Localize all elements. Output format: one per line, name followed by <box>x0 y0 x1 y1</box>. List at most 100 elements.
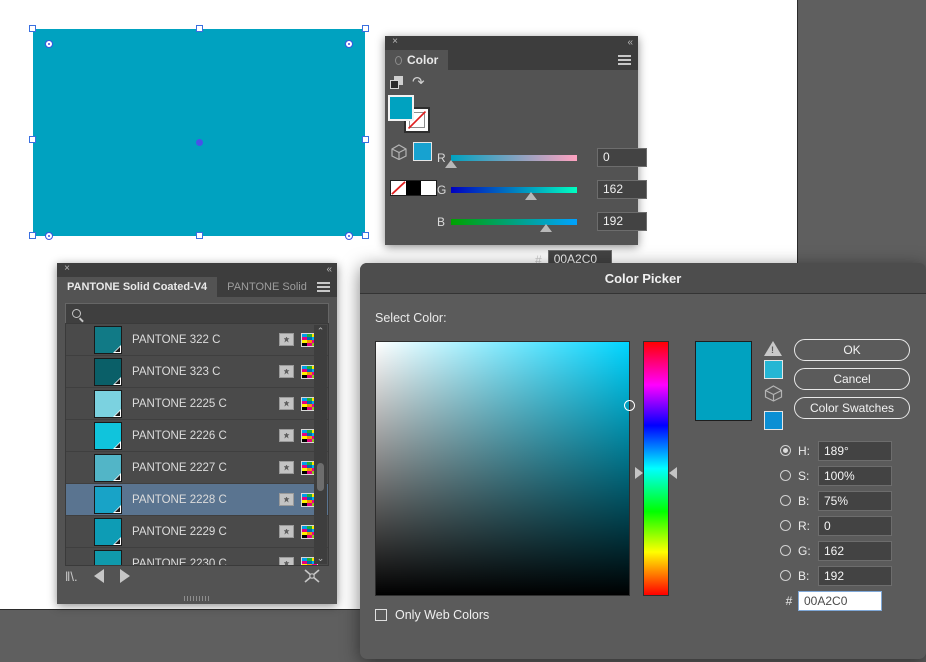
swatch-white[interactable] <box>421 181 436 195</box>
none-black-white-swatches[interactable] <box>390 180 437 196</box>
value-g[interactable]: 162 <box>597 180 647 199</box>
picker-field-radio[interactable] <box>780 495 791 506</box>
hue-slider[interactable] <box>643 341 669 596</box>
separate-swatch-icon[interactable] <box>303 568 321 584</box>
color-swatches-button[interactable]: Color Swatches <box>794 397 910 419</box>
corner-radius-widget-top-right[interactable] <box>345 40 353 48</box>
selection-handle-top-center[interactable] <box>196 25 203 32</box>
picker-field-input[interactable]: 192 <box>818 566 892 586</box>
picker-field-input[interactable]: 100% <box>818 466 892 486</box>
slider-thumb-b[interactable] <box>540 224 552 232</box>
duplicate-swatch-icon[interactable] <box>390 76 405 91</box>
value-b[interactable]: 192 <box>597 212 647 231</box>
picker-field-radio[interactable] <box>780 520 791 531</box>
saturation-brightness-field[interactable] <box>375 341 630 596</box>
sv-field-cursor[interactable] <box>624 400 635 411</box>
picker-field-radio[interactable] <box>780 445 791 456</box>
swatch-row[interactable]: PANTONE 2226 C <box>66 420 328 452</box>
panel-resize-grip[interactable] <box>184 596 210 601</box>
picker-field-input[interactable]: 0 <box>818 516 892 536</box>
slider-track-r[interactable] <box>451 155 577 161</box>
swatch-color-chip[interactable] <box>94 550 122 567</box>
slider-track-b[interactable] <box>451 219 577 225</box>
corner-radius-widget-bottom-left[interactable] <box>45 232 53 240</box>
swatch-row[interactable]: PANTONE 2230 C <box>66 548 328 566</box>
center-anchor-point[interactable] <box>196 139 203 146</box>
picker-field-radio[interactable] <box>780 570 791 581</box>
swap-fill-stroke-icon[interactable]: ↷ <box>412 75 428 91</box>
picker-field-row[interactable]: B:75% <box>780 488 892 513</box>
swatch-row[interactable]: PANTONE 2225 C <box>66 388 328 420</box>
swatch-color-chip[interactable] <box>94 326 122 354</box>
swatch-row[interactable]: PANTONE 322 C <box>66 324 328 356</box>
only-web-colors-row[interactable]: Only Web Colors <box>375 608 489 622</box>
swatch-color-chip[interactable] <box>94 486 122 514</box>
selection-handle-middle-left[interactable] <box>29 136 36 143</box>
fill-stroke-control[interactable] <box>388 95 428 133</box>
color-picker-dialog[interactable]: Color Picker Select Color: <box>360 263 926 659</box>
close-icon[interactable]: × <box>62 264 72 274</box>
picker-field-radio[interactable] <box>780 470 791 481</box>
swatch-list[interactable]: PANTONE 322 CPANTONE 323 CPANTONE 2225 C… <box>65 323 329 566</box>
swatch-color-chip[interactable] <box>94 422 122 450</box>
swatch-row[interactable]: PANTONE 323 C <box>66 356 328 388</box>
picker-hex-input[interactable]: 00A2C0 <box>798 591 882 611</box>
previous-swatch-icon[interactable] <box>94 569 104 583</box>
3d-cube-icon[interactable] <box>391 144 407 160</box>
swatch-none[interactable] <box>391 181 406 195</box>
selection-handle-top-right[interactable] <box>362 25 369 32</box>
swatch-search-field[interactable] <box>65 303 329 324</box>
selection-handle-top-left[interactable] <box>29 25 36 32</box>
3d-cube-icon[interactable] <box>764 385 783 402</box>
slider-thumb-r[interactable] <box>445 160 457 168</box>
swatch-color-chip[interactable] <box>94 518 122 546</box>
picker-field-input[interactable]: 189° <box>818 441 892 461</box>
swatch-row[interactable]: PANTONE 2227 C <box>66 452 328 484</box>
ok-button[interactable]: OK <box>794 339 910 361</box>
fill-swatch[interactable] <box>388 95 414 121</box>
picker-field-row[interactable]: H:189° <box>780 438 892 463</box>
current-color-chip[interactable] <box>413 142 432 161</box>
scrollbar-thumb[interactable] <box>317 463 324 491</box>
only-web-colors-checkbox[interactable] <box>375 609 387 621</box>
swatch-color-chip[interactable] <box>94 358 122 386</box>
close-icon[interactable]: × <box>390 37 400 47</box>
corner-radius-widget-top-left[interactable] <box>45 40 53 48</box>
picker-field-row[interactable]: G:162 <box>780 538 892 563</box>
swatch-color-chip[interactable] <box>94 454 122 482</box>
web-safe-color-chip[interactable] <box>764 411 783 430</box>
scroll-down-icon[interactable]: ⌄ <box>314 552 327 564</box>
tab-color[interactable]: Color <box>385 50 448 70</box>
slider-row-b[interactable]: B 192 <box>437 212 647 231</box>
swatch-color-chip[interactable] <box>94 390 122 418</box>
selection-handle-bottom-left[interactable] <box>29 232 36 239</box>
value-r[interactable]: 0 <box>597 148 647 167</box>
panel-menu-icon[interactable] <box>618 55 631 65</box>
selected-rectangle-shape[interactable] <box>33 29 365 236</box>
tab-pantone-solid-coated-v4[interactable]: PANTONE Solid Coated-V4 <box>57 277 217 297</box>
picker-field-row[interactable]: S:100% <box>780 463 892 488</box>
in-gamut-color-chip[interactable] <box>764 360 783 379</box>
selection-handle-bottom-right[interactable] <box>362 232 369 239</box>
swatch-libraries-icon[interactable]: ‖\. <box>65 569 78 584</box>
hue-marker-left[interactable] <box>635 467 643 479</box>
swatch-row[interactable]: PANTONE 2229 C <box>66 516 328 548</box>
swatch-row[interactable]: PANTONE 2228 C <box>66 484 328 516</box>
pantone-swatches-panel[interactable]: × « PANTONE Solid Coated-V4 PANTONE Soli… <box>57 263 337 604</box>
panel-menu-icon[interactable] <box>317 282 330 292</box>
scroll-up-icon[interactable]: ⌃ <box>314 325 327 337</box>
collapse-icon[interactable]: « <box>627 36 633 49</box>
corner-radius-widget-bottom-right[interactable] <box>345 232 353 240</box>
swatch-list-scrollbar[interactable]: ⌃ ⌄ <box>314 325 327 564</box>
next-swatch-icon[interactable] <box>120 569 130 583</box>
picker-field-input[interactable]: 75% <box>818 491 892 511</box>
cancel-button[interactable]: Cancel <box>794 368 910 390</box>
picker-field-row[interactable]: R:0 <box>780 513 892 538</box>
picker-field-input[interactable]: 162 <box>818 541 892 561</box>
color-panel[interactable]: × « Color ↷ <box>385 36 638 245</box>
slider-track-g[interactable] <box>451 187 577 193</box>
selection-handle-bottom-center[interactable] <box>196 232 203 239</box>
slider-row-g[interactable]: G 162 <box>437 180 647 199</box>
selection-handle-middle-right[interactable] <box>362 136 369 143</box>
collapse-icon[interactable]: « <box>326 263 332 276</box>
